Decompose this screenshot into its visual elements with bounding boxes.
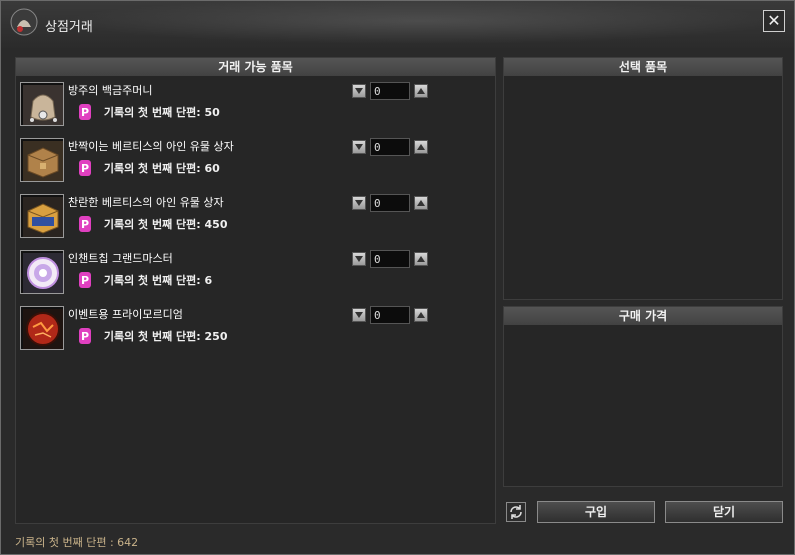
increase-button[interactable]	[414, 196, 428, 210]
title-bar: 상점거래 ✕	[1, 1, 794, 48]
quantity-input[interactable]	[370, 306, 410, 324]
item-price: P 기록의 첫 번째 단편: 250	[78, 328, 227, 346]
selected-items-header: 선택 품목	[504, 58, 782, 76]
quantity-input[interactable]	[370, 82, 410, 100]
item-name: 이벤트용 프라이모르디엄	[68, 308, 183, 321]
decrease-button[interactable]	[352, 140, 366, 154]
item-name: 찬란한 베르티스의 아인 유물 상자	[68, 196, 224, 209]
item-price: P 기록의 첫 번째 단편: 60	[78, 160, 220, 178]
point-icon: P	[79, 216, 91, 232]
primordium-orb-icon	[23, 309, 63, 349]
price-label: 기록의 첫 번째 단편: 250	[103, 330, 228, 343]
increase-button[interactable]	[414, 84, 428, 98]
svg-text:P: P	[81, 330, 89, 343]
increase-button[interactable]	[414, 308, 428, 322]
increase-button[interactable]	[414, 140, 428, 154]
item-slot[interactable]	[20, 250, 64, 294]
item-name: 반짝이는 베르티스의 아인 유물 상자	[68, 140, 234, 153]
purchase-price-header: 구매 가격	[504, 307, 782, 325]
point-icon: P	[79, 160, 91, 176]
point-icon: P	[79, 104, 91, 120]
item-slot[interactable]	[20, 138, 64, 182]
list-item: 찬란한 베르티스의 아인 유물 상자 P 기록의 첫 번째 단편: 450	[16, 192, 491, 248]
increase-button[interactable]	[414, 252, 428, 266]
refresh-icon	[510, 505, 522, 519]
selected-items-panel: 선택 품목	[503, 57, 783, 300]
svg-text:P: P	[81, 106, 89, 119]
shop-trade-window: 상점거래 ✕ 거래 가능 품목 방주의 백금주머니 P 기록의 첫 번째 단편:…	[0, 0, 795, 555]
svg-text:P: P	[81, 162, 89, 175]
decrease-button[interactable]	[352, 252, 366, 266]
list-item: 방주의 백금주머니 P 기록의 첫 번째 단편: 50	[16, 80, 491, 136]
price-label: 기록의 첫 번째 단편: 450	[103, 218, 228, 231]
quantity-input[interactable]	[370, 250, 410, 268]
currency-balance: 기록의 첫 번째 단편 : 642	[15, 534, 138, 550]
decrease-button[interactable]	[352, 308, 366, 322]
price-label: 기록의 첫 번째 단편: 6	[103, 274, 213, 287]
purchase-price-panel: 구매 가격	[503, 306, 783, 487]
quantity-input[interactable]	[370, 138, 410, 156]
quantity-input[interactable]	[370, 194, 410, 212]
price-label: 기록의 첫 번째 단편: 50	[103, 106, 220, 119]
list-item: 이벤트용 프라이모르디엄 P 기록의 첫 번째 단편: 250	[16, 304, 491, 360]
point-icon: P	[79, 272, 91, 288]
item-slot[interactable]	[20, 306, 64, 350]
available-items-panel: 거래 가능 품목 방주의 백금주머니 P 기록의 첫 번째 단편: 50 0 반…	[15, 57, 496, 524]
item-price: P 기록의 첫 번째 단편: 450	[78, 216, 227, 234]
currency-value: 642	[117, 536, 139, 549]
merchant-icon	[10, 8, 38, 36]
svg-text:P: P	[81, 274, 89, 287]
buy-button[interactable]: 구입	[537, 501, 655, 523]
point-icon: P	[79, 328, 91, 344]
currency-label: 기록의 첫 번째 단편 :	[15, 536, 114, 549]
decrease-button[interactable]	[352, 84, 366, 98]
available-items-header: 거래 가능 품목	[16, 58, 495, 76]
svg-text:P: P	[81, 218, 89, 231]
price-label: 기록의 첫 번째 단편: 60	[103, 162, 220, 175]
decrease-button[interactable]	[352, 196, 366, 210]
list-item: 반짝이는 베르티스의 아인 유물 상자 P 기록의 첫 번째 단편: 60	[16, 136, 491, 192]
list-item: 인챈트칩 그랜드마스터 P 기록의 첫 번째 단편: 6	[16, 248, 491, 304]
item-slot[interactable]	[20, 194, 64, 238]
close-icon[interactable]: ✕	[763, 10, 785, 32]
item-price: P 기록의 첫 번째 단편: 6	[78, 272, 212, 290]
item-slot[interactable]	[20, 82, 64, 126]
item-price: P 기록의 첫 번째 단편: 50	[78, 104, 220, 122]
coin-pouch-icon	[23, 85, 63, 125]
relic-chest-icon	[23, 141, 63, 181]
enchant-chip-icon	[23, 253, 63, 293]
ornate-chest-icon	[23, 197, 63, 237]
refresh-button[interactable]	[506, 502, 526, 522]
item-name: 방주의 백금주머니	[68, 84, 153, 97]
close-button[interactable]: 닫기	[665, 501, 783, 523]
window-title: 상점거래	[45, 20, 93, 35]
item-name: 인챈트칩 그랜드마스터	[68, 252, 173, 265]
